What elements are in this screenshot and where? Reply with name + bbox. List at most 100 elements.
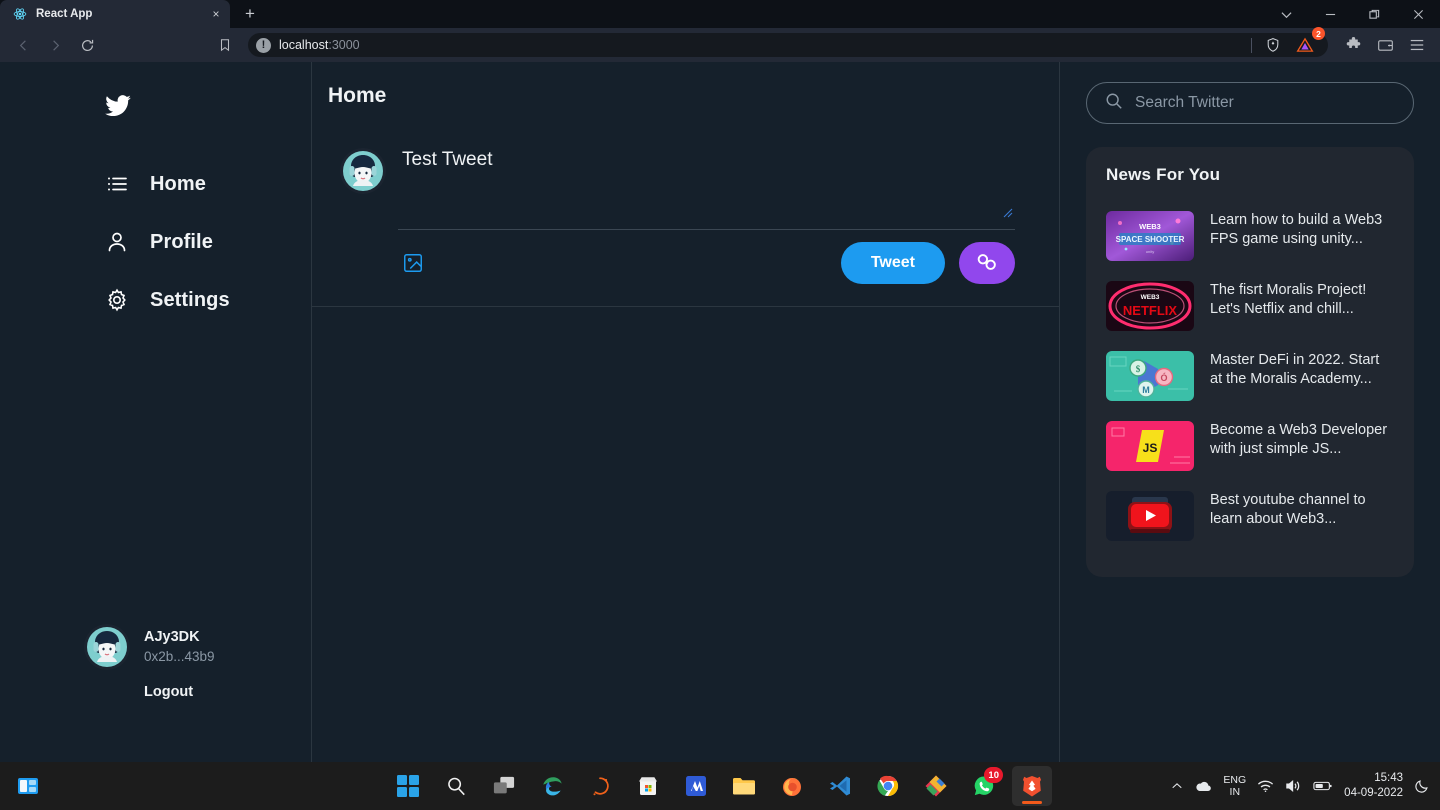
list-item[interactable]: Best youtube channel to learn about Web3… <box>1106 481 1394 551</box>
logout-button[interactable]: Logout <box>144 684 311 700</box>
taskbar-app-circle-app[interactable] <box>580 766 620 806</box>
forward-icon[interactable] <box>40 31 70 59</box>
sidebar-nav: Home Profile Settings <box>0 163 311 321</box>
tweet-button[interactable]: Tweet <box>840 242 945 284</box>
volume-icon[interactable] <box>1285 779 1302 793</box>
onedrive-icon[interactable] <box>1194 779 1212 793</box>
twitter-bird-icon[interactable] <box>0 92 311 125</box>
windows-taskbar: 10 ENG IN 15:43 04-09-2022 <box>0 762 1440 810</box>
browser-window: React App × + ! localhost:3000 2 Home Pr… <box>0 0 1440 810</box>
taskbar-app-edge[interactable] <box>532 766 572 806</box>
hamburger-icon[interactable] <box>1402 31 1432 59</box>
user-row[interactable]: AJy3DK 0x2b...43b9 <box>84 624 311 670</box>
right-rail: News For You WEB3 SPACE SHOOTER <box>1060 62 1440 762</box>
page-content: Home Profile Settings AJy3DK 0x2b...43b9… <box>0 62 1440 762</box>
wifi-icon[interactable] <box>1257 779 1274 793</box>
chevron-up-icon[interactable] <box>1171 780 1183 792</box>
omnibox-actions: 2 <box>1247 27 1325 59</box>
news-panel-title: News For You <box>1106 165 1221 184</box>
rewards-badge: 2 <box>1312 27 1325 40</box>
feed-header: Home <box>312 62 1059 118</box>
list-icon <box>104 171 130 197</box>
back-icon[interactable] <box>8 31 38 59</box>
close-window-icon[interactable] <box>1396 0 1440 28</box>
minimize-icon[interactable] <box>1308 0 1352 28</box>
new-tab-button[interactable]: + <box>236 0 264 28</box>
puzzle-icon[interactable] <box>1338 31 1368 59</box>
news-panel: News For You WEB3 SPACE SHOOTER unity Le… <box>1086 147 1414 577</box>
taskbar-left <box>8 766 48 806</box>
active-indicator <box>1022 801 1042 804</box>
system-tray: ENG IN 15:43 04-09-2022 <box>1171 771 1430 801</box>
tweet-composer: Tweet <box>312 118 1059 307</box>
browser-tab[interactable]: React App × <box>0 0 230 28</box>
taskbar-app-microsoft-store[interactable] <box>628 766 668 806</box>
svg-text:SPACE SHOOTER: SPACE SHOOTER <box>1116 235 1185 244</box>
taskbar-app-task-view[interactable] <box>484 766 524 806</box>
url-host: localhost <box>279 38 329 52</box>
bookmark-icon[interactable] <box>210 31 240 59</box>
list-item[interactable]: $ Ó M Master DeFi in 2022. Start at the … <box>1106 341 1394 411</box>
taskbar-app-brave[interactable] <box>1012 766 1052 806</box>
avatar <box>84 624 130 670</box>
address-bar[interactable]: ! localhost:3000 2 <box>248 27 1328 59</box>
composer-body: Tweet <box>398 144 1019 306</box>
close-icon[interactable]: × <box>208 6 224 22</box>
search-input[interactable] <box>1135 94 1395 112</box>
url-port: :3000 <box>328 38 360 52</box>
site-info-icon[interactable]: ! <box>256 37 271 53</box>
web3-space-shooter-thumb: WEB3 SPACE SHOOTER unity <box>1106 211 1194 261</box>
taskbar-app-vscode[interactable] <box>820 766 860 806</box>
taskbar-app-m-app[interactable] <box>676 766 716 806</box>
search-box[interactable] <box>1086 82 1414 124</box>
taskbar-apps: 10 <box>388 766 1052 806</box>
user-address: 0x2b...43b9 <box>144 648 215 664</box>
sidebar-item-home[interactable]: Home <box>0 163 311 205</box>
clock-date: 04-09-2022 <box>1344 787 1403 799</box>
svg-text:$: $ <box>1136 364 1141 374</box>
avatar <box>340 148 386 194</box>
battery-icon[interactable] <box>1313 780 1333 792</box>
news-item-text: The fisrt Moralis Project! Let's Netflix… <box>1210 282 1367 318</box>
taskbar-app-diamond-app[interactable] <box>916 766 956 806</box>
clock[interactable]: 15:43 04-09-2022 <box>1344 771 1403 801</box>
moon-icon[interactable] <box>1414 778 1430 794</box>
news-item-text: Master DeFi in 2022. Start at the Morali… <box>1210 352 1380 388</box>
language-indicator[interactable]: ENG IN <box>1223 774 1246 798</box>
taskbar-app-search[interactable] <box>436 766 476 806</box>
moralis-button[interactable] <box>959 242 1015 284</box>
taskbar-app-firefox[interactable] <box>772 766 812 806</box>
tweet-textarea[interactable] <box>398 144 1015 218</box>
list-item[interactable]: JS Become a Web3 Developer with just sim… <box>1106 411 1394 481</box>
notification-badge: 10 <box>984 767 1003 783</box>
react-icon <box>12 6 28 22</box>
taskbar-app-file-explorer[interactable] <box>724 766 764 806</box>
brave-rewards-icon[interactable]: 2 <box>1290 27 1325 59</box>
taskbar-app-chrome[interactable] <box>868 766 908 806</box>
widgets-icon[interactable] <box>8 766 48 806</box>
resize-grip-icon[interactable] <box>1001 205 1013 218</box>
taskbar-app-whatsapp[interactable]: 10 <box>964 766 1004 806</box>
news-item-text: Best youtube channel to learn about Web3… <box>1210 492 1366 528</box>
list-item[interactable]: WEB3 NETFLIX The fisrt Moralis Project! … <box>1106 271 1394 341</box>
wallet-icon[interactable] <box>1370 31 1400 59</box>
tab-strip: React App × + <box>0 0 1440 28</box>
sidebar-item-profile[interactable]: Profile <box>0 221 311 263</box>
url-text: localhost:3000 <box>279 38 360 52</box>
tab-search-icon[interactable] <box>1264 0 1308 28</box>
reload-icon[interactable] <box>72 31 102 59</box>
person-icon <box>104 229 130 255</box>
taskbar-app-start[interactable] <box>388 766 428 806</box>
maximize-icon[interactable] <box>1352 0 1396 28</box>
image-icon[interactable] <box>402 252 424 274</box>
user-info: AJy3DK 0x2b...43b9 <box>144 628 215 666</box>
brave-shield-icon[interactable] <box>1258 31 1288 59</box>
sidebar-user-block: AJy3DK 0x2b...43b9 Logout <box>0 624 311 762</box>
search-icon <box>1105 92 1123 115</box>
clock-time: 15:43 <box>1374 772 1403 785</box>
list-item[interactable]: WEB3 SPACE SHOOTER unity Learn how to bu… <box>1106 201 1394 271</box>
moralis-icon <box>974 251 1000 276</box>
javascript-thumb: JS <box>1106 421 1194 471</box>
sidebar-item-settings[interactable]: Settings <box>0 279 311 321</box>
youtube-thumb <box>1106 491 1194 541</box>
